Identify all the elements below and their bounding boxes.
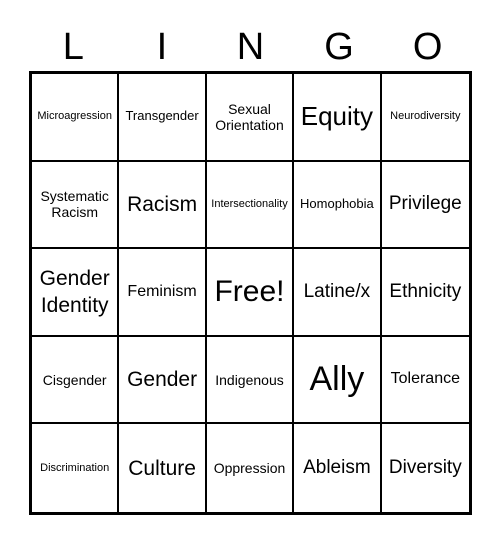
header-letter-o: O [412,26,443,68]
free-space-cell[interactable]: Free! [206,249,295,337]
header-letter-g: G [324,26,354,68]
bingo-cell[interactable]: Gender [119,336,207,425]
header-letter-n: N [236,26,265,68]
bingo-cell[interactable]: Racism [119,161,207,250]
bingo-cell[interactable]: Systematic Racism [32,161,120,250]
bingo-cell[interactable]: Privilege [381,162,469,250]
bingo-cell[interactable]: Latine/x [294,249,382,337]
bingo-cell[interactable]: Microagression [32,74,120,162]
bingo-cell[interactable]: Diversity [382,424,469,512]
bingo-cell[interactable]: Indigenous [206,336,295,425]
bingo-cell[interactable]: Culture [119,424,207,512]
bingo-cell[interactable]: Ableism [294,424,382,512]
bingo-cell[interactable]: Discrimination [32,424,120,512]
bingo-cell[interactable]: Oppression [207,424,295,512]
bingo-cell[interactable]: Tolerance [381,337,469,425]
bingo-header: L I N G O [29,24,472,70]
bingo-cell[interactable]: Sexual Orientation [206,74,295,162]
bingo-board: Microagression Transgender Sexual Orient… [29,71,472,515]
bingo-cell[interactable]: Homophobia [294,161,382,250]
bingo-cell[interactable]: Gender Identity [32,249,120,337]
bingo-cell[interactable]: Transgender [119,74,207,162]
header-letter-i: I [156,26,168,68]
header-letter-l: L [62,26,84,68]
bingo-cell[interactable]: Ethnicity [381,249,469,337]
bingo-cell[interactable]: Ally [294,336,382,425]
bingo-cell[interactable]: Cisgender [32,336,120,425]
bingo-cell[interactable]: Intersectionality [206,161,295,250]
bingo-cell[interactable]: Feminism [119,249,207,337]
bingo-cell[interactable]: Equity [294,74,382,162]
bingo-cell[interactable]: Neurodiversity [381,74,469,162]
